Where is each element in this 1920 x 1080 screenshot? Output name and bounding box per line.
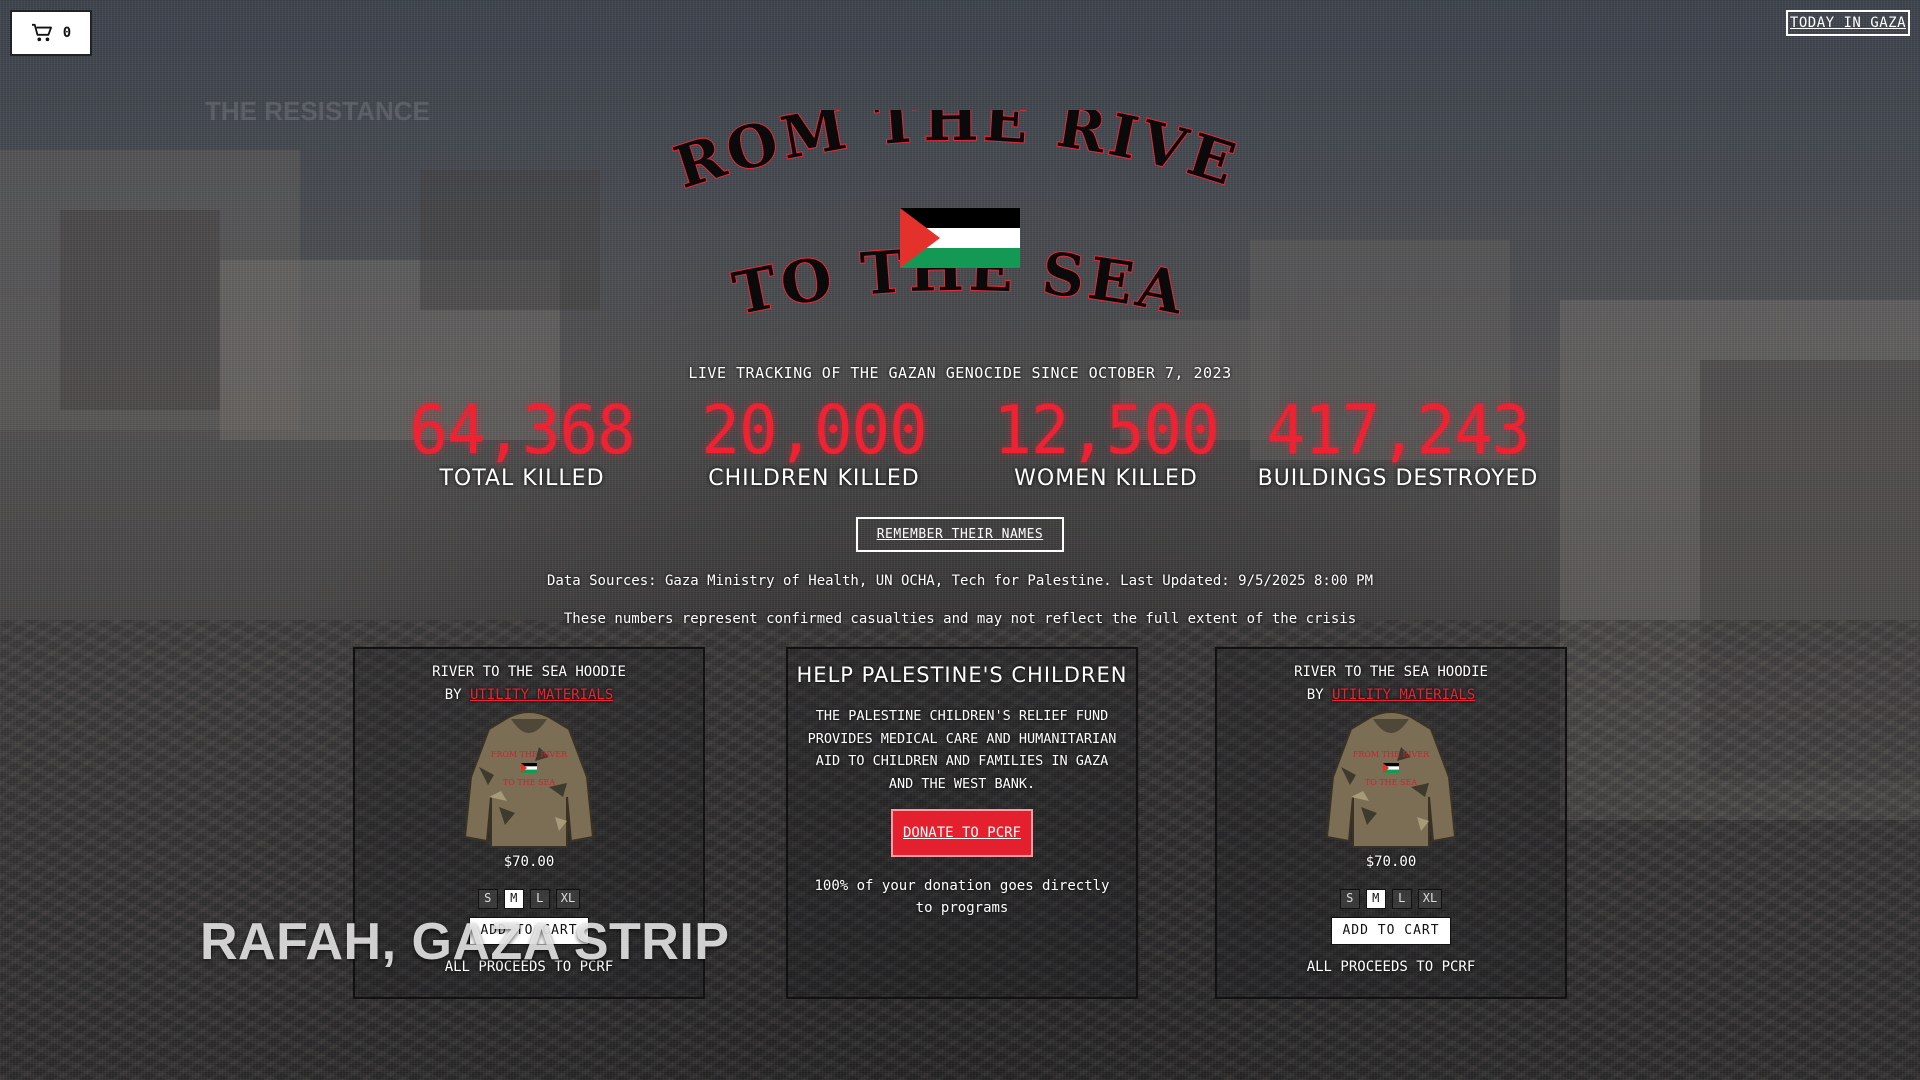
hoodie-image[interactable]: FROM THE RIVER TO THE SEA	[459, 707, 599, 852]
size-selector: S M L XL	[355, 889, 703, 909]
size-option-l[interactable]: L	[529, 889, 550, 909]
svg-text:TO THE SEA: TO THE SEA	[1365, 778, 1417, 787]
brand-link[interactable]: UTILITY MATERIALS	[1332, 687, 1475, 703]
cart-button[interactable]: 0	[10, 10, 92, 56]
background-ghost-text: THE RESISTANCE	[205, 96, 430, 126]
stats-row: 64,368 TOTAL KILLED 20,000 CHILDREN KILL…	[0, 392, 1920, 498]
hero-subtitle: LIVE TRACKING OF THE GAZAN GENOCIDE SINC…	[688, 364, 1232, 382]
cart-count: 0	[62, 25, 72, 41]
svg-text:FROM THE RIVER: FROM THE RIVER	[660, 110, 1247, 202]
add-to-cart-button[interactable]: ADD TO CART	[1331, 917, 1451, 945]
size-option-m[interactable]: M	[1365, 889, 1386, 909]
data-sources: Data Sources: Gaza Ministry of Health, U…	[546, 573, 1373, 589]
stat-children-killed: 20,000 CHILDREN KILLED	[664, 392, 964, 491]
size-option-l[interactable]: L	[1391, 889, 1412, 909]
stat-total-killed: 64,368 TOTAL KILLED	[372, 392, 672, 491]
size-option-xl[interactable]: XL	[1417, 889, 1443, 909]
size-option-xl[interactable]: XL	[555, 889, 581, 909]
product-by: BY	[1306, 687, 1332, 703]
donate-button[interactable]: DONATE TO PCRF	[891, 809, 1033, 857]
stat-value: 12,500	[993, 392, 1219, 470]
product-name: RIVER TO THE SEA HOODIE	[1294, 664, 1488, 680]
stat-buildings-destroyed: 417,243 BUILDINGS DESTROYED	[1248, 392, 1548, 491]
stat-women-killed: 12,500 WOMEN KILLED	[956, 392, 1256, 491]
today-in-gaza-button[interactable]: TODAY IN GAZA	[1785, 10, 1910, 36]
size-option-s[interactable]: S	[477, 889, 498, 909]
donate-description: THE PALESTINE CHILDREN'S RELIEF FUND PRO…	[807, 708, 1117, 792]
size-option-s[interactable]: S	[1339, 889, 1360, 909]
size-option-m[interactable]: M	[503, 889, 524, 909]
svg-text:TO THE SEA: TO THE SEA	[503, 778, 555, 787]
product-name: RIVER TO THE SEA HOODIE	[432, 664, 626, 680]
size-selector: S M L XL	[1217, 889, 1565, 909]
donate-card: HELP PALESTINE'S CHILDREN THE PALESTINE …	[786, 647, 1138, 999]
remember-names-button[interactable]: REMEMBER THEIR NAMES	[856, 517, 1064, 552]
product-price: $70.00	[503, 854, 555, 870]
stat-value: 417,243	[1266, 392, 1531, 470]
disclaimer: These numbers represent confirmed casual…	[563, 611, 1357, 627]
brand-link[interactable]: UTILITY MATERIALS	[470, 687, 613, 703]
hero-title-top: FROM THE RIVER	[660, 110, 1244, 203]
stat-value: 20,000	[701, 392, 927, 470]
proceeds-note: ALL PROCEEDS TO PCRF	[1306, 959, 1476, 975]
product-card: RIVER TO THE SEA HOODIE BY UTILITY MATER…	[1215, 647, 1567, 999]
donate-note: 100% of your donation goes directly to p…	[814, 878, 1110, 916]
svg-text:FROM THE RIVER: FROM THE RIVER	[1353, 750, 1430, 759]
product-price: $70.00	[1365, 854, 1417, 870]
location-caption: RAFAH, GAZA STRIP	[200, 913, 730, 971]
donate-title: HELP PALESTINE'S CHILDREN	[796, 663, 1128, 687]
hoodie-image[interactable]: FROM THE RIVER TO THE SEA	[1321, 707, 1461, 852]
product-by: BY	[444, 687, 470, 703]
svg-text:FROM THE RIVER: FROM THE RIVER	[491, 750, 568, 759]
palestine-flag-icon	[900, 208, 1020, 268]
cart-icon	[31, 23, 52, 42]
stat-value: 64,368	[409, 392, 635, 470]
